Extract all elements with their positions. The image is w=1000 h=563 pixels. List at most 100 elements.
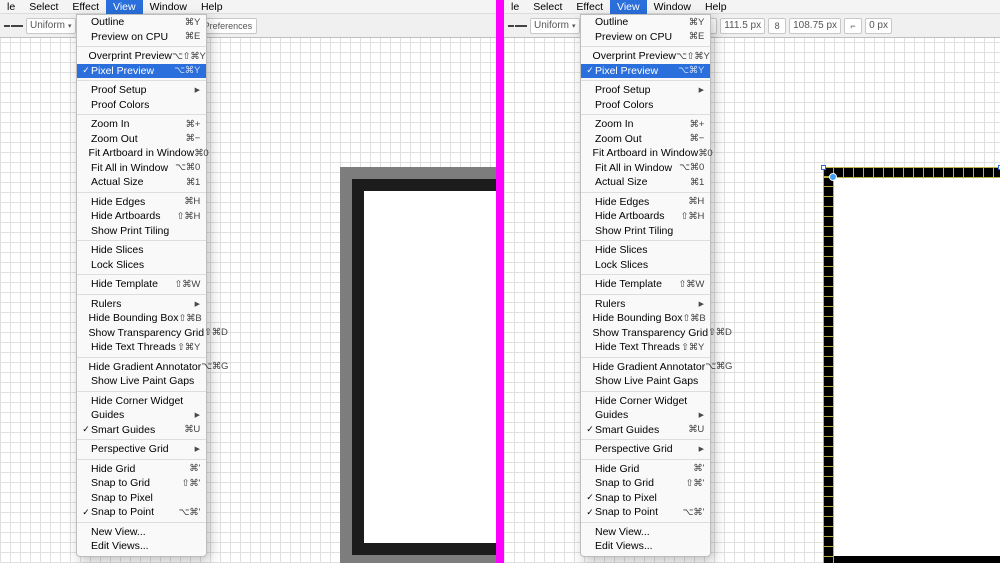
menu-item[interactable]: ✓Hide Corner Widget: [581, 394, 710, 409]
menu-item-shortcut: ⌘−: [186, 133, 200, 144]
menu-item[interactable]: ✓Overprint Preview⌥⇧⌘Y: [581, 49, 710, 64]
menu-item[interactable]: ✓Smart Guides⌘U: [581, 423, 710, 438]
artwork-rect-crisp[interactable]: [823, 167, 1000, 563]
menu-item[interactable]: ✓Proof Colors: [77, 98, 206, 113]
menu-item[interactable]: ✓Proof Colors: [581, 98, 710, 113]
menu-item[interactable]: ✓Perspective Grid: [581, 442, 710, 457]
menu-item[interactable]: ✓Hide Edges⌘H: [581, 195, 710, 210]
menu-item-label: Hide Gradient Annotator: [593, 361, 706, 373]
corner-widget-tl[interactable]: [830, 174, 836, 180]
menu-item[interactable]: ✓Snap to Grid⇧⌘': [581, 476, 710, 491]
menu-item[interactable]: ✓Preview on CPU⌘E: [77, 30, 206, 45]
menu-item[interactable]: ✓Lock Slices: [77, 258, 206, 273]
view-menu-dropdown[interactable]: ✓Outline⌘Y✓Preview on CPU⌘E ✓Overprint Pr…: [580, 14, 711, 557]
menu-item[interactable]: ✓Hide Text Threads⇧⌘Y: [77, 340, 206, 355]
menu-item[interactable]: ✓Proof Setup: [77, 83, 206, 98]
menu-item[interactable]: ✓Fit All in Window⌥⌘0: [77, 161, 206, 176]
menu-item[interactable]: ✓New View...: [581, 525, 710, 540]
menu-item[interactable]: ✓Guides: [581, 408, 710, 423]
menu-item[interactable]: ✓Hide Text Threads⇧⌘Y: [581, 340, 710, 355]
menu-item[interactable]: ✓Snap to Point⌥⌘': [581, 505, 710, 520]
menu-item[interactable]: ✓Pixel Preview⌥⌘Y: [77, 64, 206, 79]
menu-item[interactable]: ✓Hide Template⇧⌘W: [581, 277, 710, 292]
menu-item[interactable]: ✓Hide Bounding Box⇧⌘B: [581, 311, 710, 326]
menu-item[interactable]: ✓Hide Gradient Annotator⌥⌘G: [77, 360, 206, 375]
menu-item[interactable]: ✓Smart Guides⌘U: [77, 423, 206, 438]
menu-item[interactable]: ✓Hide Bounding Box⇧⌘B: [77, 311, 206, 326]
stroke-dash-icon[interactable]: [4, 25, 23, 27]
menu-item[interactable]: ✓Edit Views...: [77, 539, 206, 554]
menu-item[interactable]: ✓Hide Artboards⇧⌘H: [581, 209, 710, 224]
view-menu-dropdown[interactable]: ✓Outline⌘Y✓Preview on CPU⌘E ✓Overprint Pr…: [76, 14, 207, 557]
menu-window[interactable]: Window: [647, 0, 698, 14]
menu-item[interactable]: ✓Snap to Pixel: [77, 491, 206, 506]
menu-item[interactable]: ✓Zoom Out⌘−: [581, 132, 710, 147]
menu-item[interactable]: ✓Snap to Point⌥⌘': [77, 505, 206, 520]
menu-item[interactable]: ✓Hide Corner Widget: [77, 394, 206, 409]
menu-item-shortcut: ⌘+: [186, 119, 200, 130]
menu-effect[interactable]: Effect: [65, 0, 106, 14]
menu-item[interactable]: ✓Show Print Tiling: [581, 224, 710, 239]
menu-item[interactable]: ✓Lock Slices: [581, 258, 710, 273]
menu-item[interactable]: ✓Fit All in Window⌥⌘0: [581, 161, 710, 176]
link-wh-icon[interactable]: 8: [768, 18, 786, 34]
menu-item[interactable]: ✓Rulers: [581, 297, 710, 312]
menu-item[interactable]: ✓Snap to Grid⇧⌘': [77, 476, 206, 491]
preferences-button[interactable]: Preferences: [199, 18, 258, 34]
menu-item[interactable]: ✓Fit Artboard in Window⌘0: [581, 146, 710, 161]
corner-input[interactable]: 0 px: [865, 18, 892, 34]
menu-item[interactable]: ✓Fit Artboard in Window⌘0: [77, 146, 206, 161]
menu-item[interactable]: ✓Hide Gradient Annotator⌥⌘G: [581, 360, 710, 375]
menu-item[interactable]: ✓Show Live Paint Gaps: [581, 374, 710, 389]
menu-item[interactable]: ✓Show Transparency Grid⇧⌘D: [581, 326, 710, 341]
menu-item[interactable]: ✓Show Transparency Grid⇧⌘D: [77, 326, 206, 341]
menu-item[interactable]: ✓Pixel Preview⌥⌘Y: [581, 64, 710, 79]
menu-item[interactable]: ✓Show Print Tiling: [77, 224, 206, 239]
stroke-profile-select[interactable]: Uniform ▾: [530, 18, 580, 34]
menu-item-shortcut: ⌘+: [690, 119, 704, 130]
menu-item[interactable]: ✓Hide Slices: [77, 243, 206, 258]
menu-select[interactable]: Select: [22, 0, 65, 14]
menu-item[interactable]: ✓Zoom Out⌘−: [77, 132, 206, 147]
menu-item[interactable]: ✓Hide Artboards⇧⌘H: [77, 209, 206, 224]
menu-effect[interactable]: Effect: [569, 0, 610, 14]
height-input[interactable]: 108.75 px: [789, 18, 841, 34]
anchor-tl[interactable]: [821, 165, 826, 170]
menu-item[interactable]: ✓Hide Edges⌘H: [77, 195, 206, 210]
menu-item[interactable]: ✓Guides: [77, 408, 206, 423]
menu-select[interactable]: Select: [526, 0, 569, 14]
menu-item[interactable]: ✓Preview on CPU⌘E: [581, 30, 710, 45]
menu-item[interactable]: ✓Hide Grid⌘': [581, 462, 710, 477]
menu-item[interactable]: ✓Rulers: [77, 297, 206, 312]
menu-item[interactable]: ✓Snap to Pixel: [581, 491, 710, 506]
menu-le[interactable]: le: [504, 0, 526, 14]
stroke-dash-icon[interactable]: [508, 25, 527, 27]
menu-help[interactable]: Help: [698, 0, 734, 14]
menu-item[interactable]: ✓Actual Size⌘1: [581, 175, 710, 190]
menu-item[interactable]: ✓Hide Template⇧⌘W: [77, 277, 206, 292]
menu-item[interactable]: ✓Outline⌘Y: [581, 15, 710, 30]
menu-window[interactable]: Window: [143, 0, 194, 14]
width-input[interactable]: 111.5 px: [720, 18, 765, 34]
menu-help[interactable]: Help: [194, 0, 230, 14]
menu-item[interactable]: ✓Zoom In⌘+: [581, 117, 710, 132]
menu-le[interactable]: le: [0, 0, 22, 14]
menu-view[interactable]: View: [610, 0, 647, 14]
check-icon: ✓: [585, 492, 595, 503]
menu-item[interactable]: ✓Hide Grid⌘': [77, 462, 206, 477]
corner-icon[interactable]: ⌐: [844, 18, 862, 34]
menu-item[interactable]: ✓Edit Views...: [581, 539, 710, 554]
stroke-profile-select[interactable]: Uniform ▾: [26, 18, 76, 34]
check-icon: ✓: [81, 507, 91, 518]
menu-item[interactable]: ✓New View...: [77, 525, 206, 540]
menu-item-shortcut: ⌘0: [698, 148, 712, 159]
menu-item[interactable]: ✓Perspective Grid: [77, 442, 206, 457]
menu-item[interactable]: ✓Actual Size⌘1: [77, 175, 206, 190]
menu-item[interactable]: ✓Proof Setup: [581, 83, 710, 98]
menu-view[interactable]: View: [106, 0, 143, 14]
menu-item[interactable]: ✓Zoom In⌘+: [77, 117, 206, 132]
menu-item[interactable]: ✓Overprint Preview⌥⇧⌘Y: [77, 49, 206, 64]
menu-item[interactable]: ✓Show Live Paint Gaps: [77, 374, 206, 389]
menu-item[interactable]: ✓Hide Slices: [581, 243, 710, 258]
menu-item[interactable]: ✓Outline⌘Y: [77, 15, 206, 30]
